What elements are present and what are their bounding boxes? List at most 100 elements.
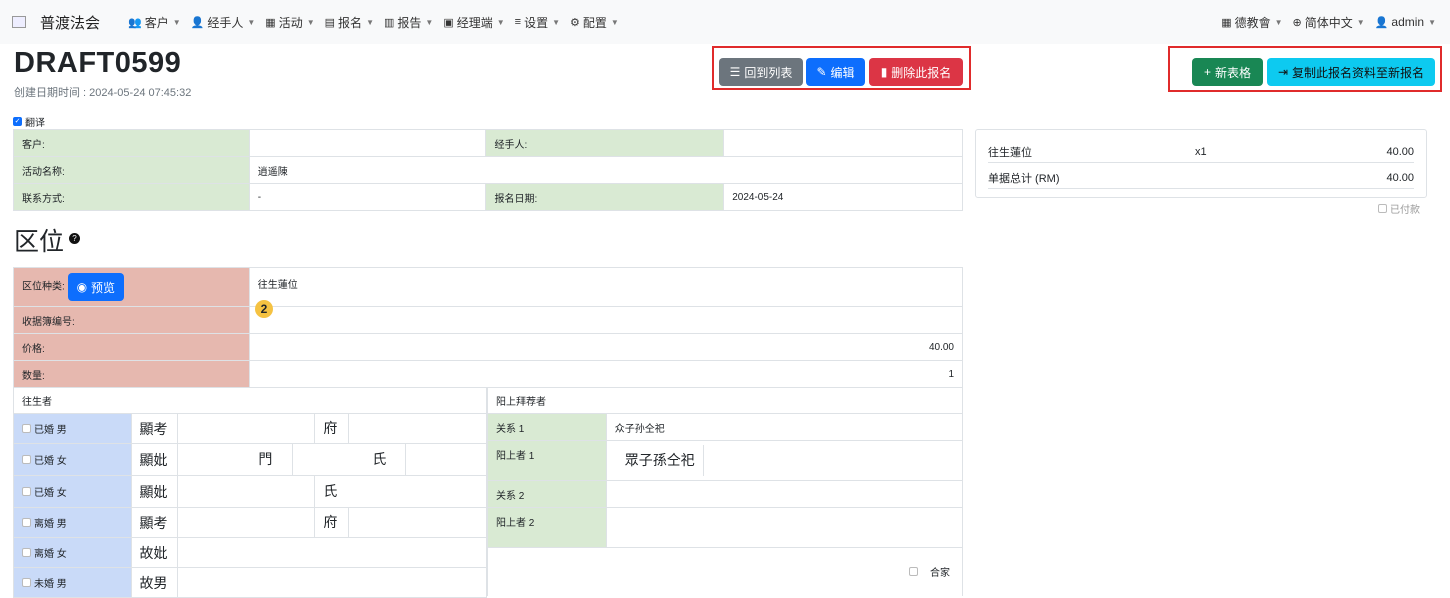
customer-value bbox=[248, 129, 487, 157]
nav-item-1[interactable]: 👤 经手人 ▼ bbox=[191, 14, 256, 31]
nav-item-4[interactable]: ▥ 报告 ▼ bbox=[384, 14, 433, 31]
summary-line-item: 往生蓮位 x1 40.00 bbox=[988, 141, 1414, 163]
sliders-icon: ≡ bbox=[514, 16, 522, 28]
columns-icon: ▦ bbox=[265, 16, 276, 29]
quantity-label: 数量: bbox=[13, 360, 250, 388]
name-input[interactable] bbox=[178, 414, 316, 443]
back-to-list-button[interactable]: ☰ 回到列表 bbox=[719, 58, 803, 86]
nav-item-0[interactable]: 👥 客户 ▼ bbox=[128, 14, 181, 31]
registration-info-table: 客户: 经手人: 活动名称: 逍遥陳 联系方式: - 报名日期: 2024-05… bbox=[13, 129, 964, 211]
sign-out-icon: ⇥ bbox=[1277, 65, 1289, 79]
list-icon: ▤ bbox=[324, 16, 336, 29]
person-2-value[interactable] bbox=[605, 507, 964, 548]
menu-label: 配置 bbox=[582, 15, 607, 30]
handler-value bbox=[723, 129, 963, 157]
paid-toggle[interactable]: 已付款 bbox=[1378, 201, 1420, 216]
brand[interactable]: 普渡法会 bbox=[12, 12, 100, 33]
deceased-header: 往生者 bbox=[13, 387, 487, 414]
report-icon: ▥ bbox=[383, 16, 395, 29]
chevron-down-icon: ▼ bbox=[425, 17, 434, 27]
surname-input[interactable] bbox=[292, 444, 372, 475]
translate-toggle[interactable]: ✓ 翻译 bbox=[13, 114, 45, 129]
person-1-value[interactable]: 眾子孫仝祀 bbox=[607, 445, 704, 476]
globe-icon: ⊕ bbox=[1292, 16, 1302, 29]
name-input[interactable] bbox=[178, 476, 316, 507]
chevron-down-icon: ▼ bbox=[1428, 17, 1436, 27]
chevron-down-icon: ▼ bbox=[306, 17, 315, 27]
edit-icon: ✎ bbox=[816, 65, 827, 79]
eye-icon: ◉ bbox=[76, 280, 88, 294]
org-icon: ▦ bbox=[1221, 16, 1232, 29]
status-married-male[interactable]: 已婚 男 bbox=[13, 413, 132, 444]
step-badge: 2 bbox=[255, 300, 273, 318]
registration-date-value: 2024-05-24 bbox=[723, 183, 963, 211]
right-menu: ▦ 德教會 ▼ ⊕ 简体中文 ▼ 👤 admin ▼ bbox=[1211, 0, 1436, 44]
nav-right-item-1[interactable]: ⊕ 简体中文 ▼ bbox=[1293, 14, 1365, 31]
name-input[interactable] bbox=[177, 567, 487, 598]
name-input[interactable] bbox=[178, 444, 258, 475]
chevron-down-icon: ▼ bbox=[496, 17, 505, 27]
quantity-value: 1 bbox=[248, 360, 964, 388]
page-title: DRAFT0599 bbox=[14, 47, 182, 79]
nav-item-5[interactable]: ▣ 经理端 ▼ bbox=[443, 14, 504, 31]
status-married-female[interactable]: 已婚 女 bbox=[13, 443, 132, 476]
relation-1-value[interactable]: 众子孙仝祀 bbox=[605, 413, 964, 441]
chevron-down-icon: ▼ bbox=[366, 17, 374, 27]
created-datetime: 创建日期时间 : 2024-05-24 07:45:32 bbox=[14, 87, 192, 99]
living-header: 阳上拜荐者 bbox=[487, 387, 963, 414]
gear-icon: ⚙ bbox=[570, 16, 580, 29]
list-icon: ☰ bbox=[729, 65, 741, 79]
handler-label: 经手人: bbox=[485, 129, 725, 157]
users-icon: 👥 bbox=[128, 16, 142, 29]
copy-to-new-button[interactable]: ⇥ 复制此报名资料至新报名 bbox=[1267, 58, 1435, 86]
brand-name: 普渡法会 bbox=[40, 14, 101, 32]
translate-checkbox[interactable]: ✓ bbox=[13, 117, 22, 126]
chevron-down-icon: ▼ bbox=[172, 17, 181, 27]
nav-right-item-2[interactable]: 👤 admin ▼ bbox=[1375, 15, 1436, 29]
edit-button[interactable]: ✎ 编辑 bbox=[806, 58, 865, 86]
menu-label: 经手人 bbox=[207, 15, 244, 30]
person-2-label: 阳上者 2 bbox=[487, 507, 607, 548]
user-icon: 👤 bbox=[1374, 16, 1389, 29]
user-icon: 👤 bbox=[190, 16, 205, 29]
menu-label: admin bbox=[1391, 15, 1425, 29]
slot-type-value: 往生蓮位 bbox=[248, 267, 964, 307]
menu-label: 经理端 bbox=[456, 15, 493, 30]
chevron-down-icon: ▼ bbox=[610, 17, 619, 27]
nav-right-item-0[interactable]: ▦ 德教會 ▼ bbox=[1221, 14, 1282, 31]
menu-label: 简体中文 bbox=[1304, 15, 1353, 30]
paid-checkbox[interactable] bbox=[1378, 204, 1387, 213]
briefcase-icon: ▣ bbox=[443, 16, 454, 29]
status-married-female-2[interactable]: 已婚 女 bbox=[13, 475, 132, 508]
menu-label: 报名 bbox=[338, 15, 363, 30]
relation-2-label: 关系 2 bbox=[487, 480, 607, 508]
living-relatives-table: 阳上拜荐者 关系 1 众子孙仝祀 阳上者 1 眾子孫仝祀 关系 2 阳上者 2 … bbox=[487, 387, 964, 596]
relation-1-label: 关系 1 bbox=[487, 413, 607, 441]
status-single-male[interactable]: 未婚 男 bbox=[13, 567, 132, 598]
name-input[interactable] bbox=[177, 537, 487, 568]
customer-label: 客户: bbox=[13, 129, 250, 157]
family-toggle[interactable]: 合家 bbox=[487, 547, 963, 596]
name-input[interactable] bbox=[178, 508, 316, 537]
relation-2-value[interactable] bbox=[605, 480, 964, 508]
chevron-down-icon: ▼ bbox=[1356, 17, 1365, 27]
status-divorced-female[interactable]: 离婚 女 bbox=[13, 537, 132, 568]
person-1-label: 阳上者 1 bbox=[487, 440, 607, 481]
new-form-button[interactable]: + 新表格 bbox=[1192, 58, 1263, 86]
nav-item-7[interactable]: ⚙ 配置 ▼ bbox=[570, 14, 619, 31]
receipt-book-value bbox=[248, 306, 964, 334]
family-checkbox[interactable] bbox=[909, 567, 918, 577]
preview-button[interactable]: ◉ 预览 bbox=[67, 273, 125, 301]
help-icon[interactable]: ? bbox=[69, 232, 81, 244]
registration-date-label: 报名日期: bbox=[485, 183, 725, 211]
nav-item-3[interactable]: ▤ 报名 ▼ bbox=[325, 14, 374, 31]
menu-label: 设置 bbox=[524, 15, 549, 30]
nav-item-2[interactable]: ▦ 活动 ▼ bbox=[265, 14, 314, 31]
chevron-down-icon: ▼ bbox=[552, 17, 561, 27]
delete-button[interactable]: ▮ 删除此报名 bbox=[869, 58, 963, 86]
receipt-book-label: 收据簿编号: bbox=[13, 306, 250, 334]
invoice-summary: 往生蓮位 x1 40.00 单据总计 (RM) 40.00 bbox=[975, 129, 1427, 198]
nav-item-6[interactable]: ≡ 设置 ▼ bbox=[515, 14, 560, 31]
status-divorced-male[interactable]: 离婚 男 bbox=[13, 507, 132, 538]
logo-image bbox=[12, 16, 26, 28]
